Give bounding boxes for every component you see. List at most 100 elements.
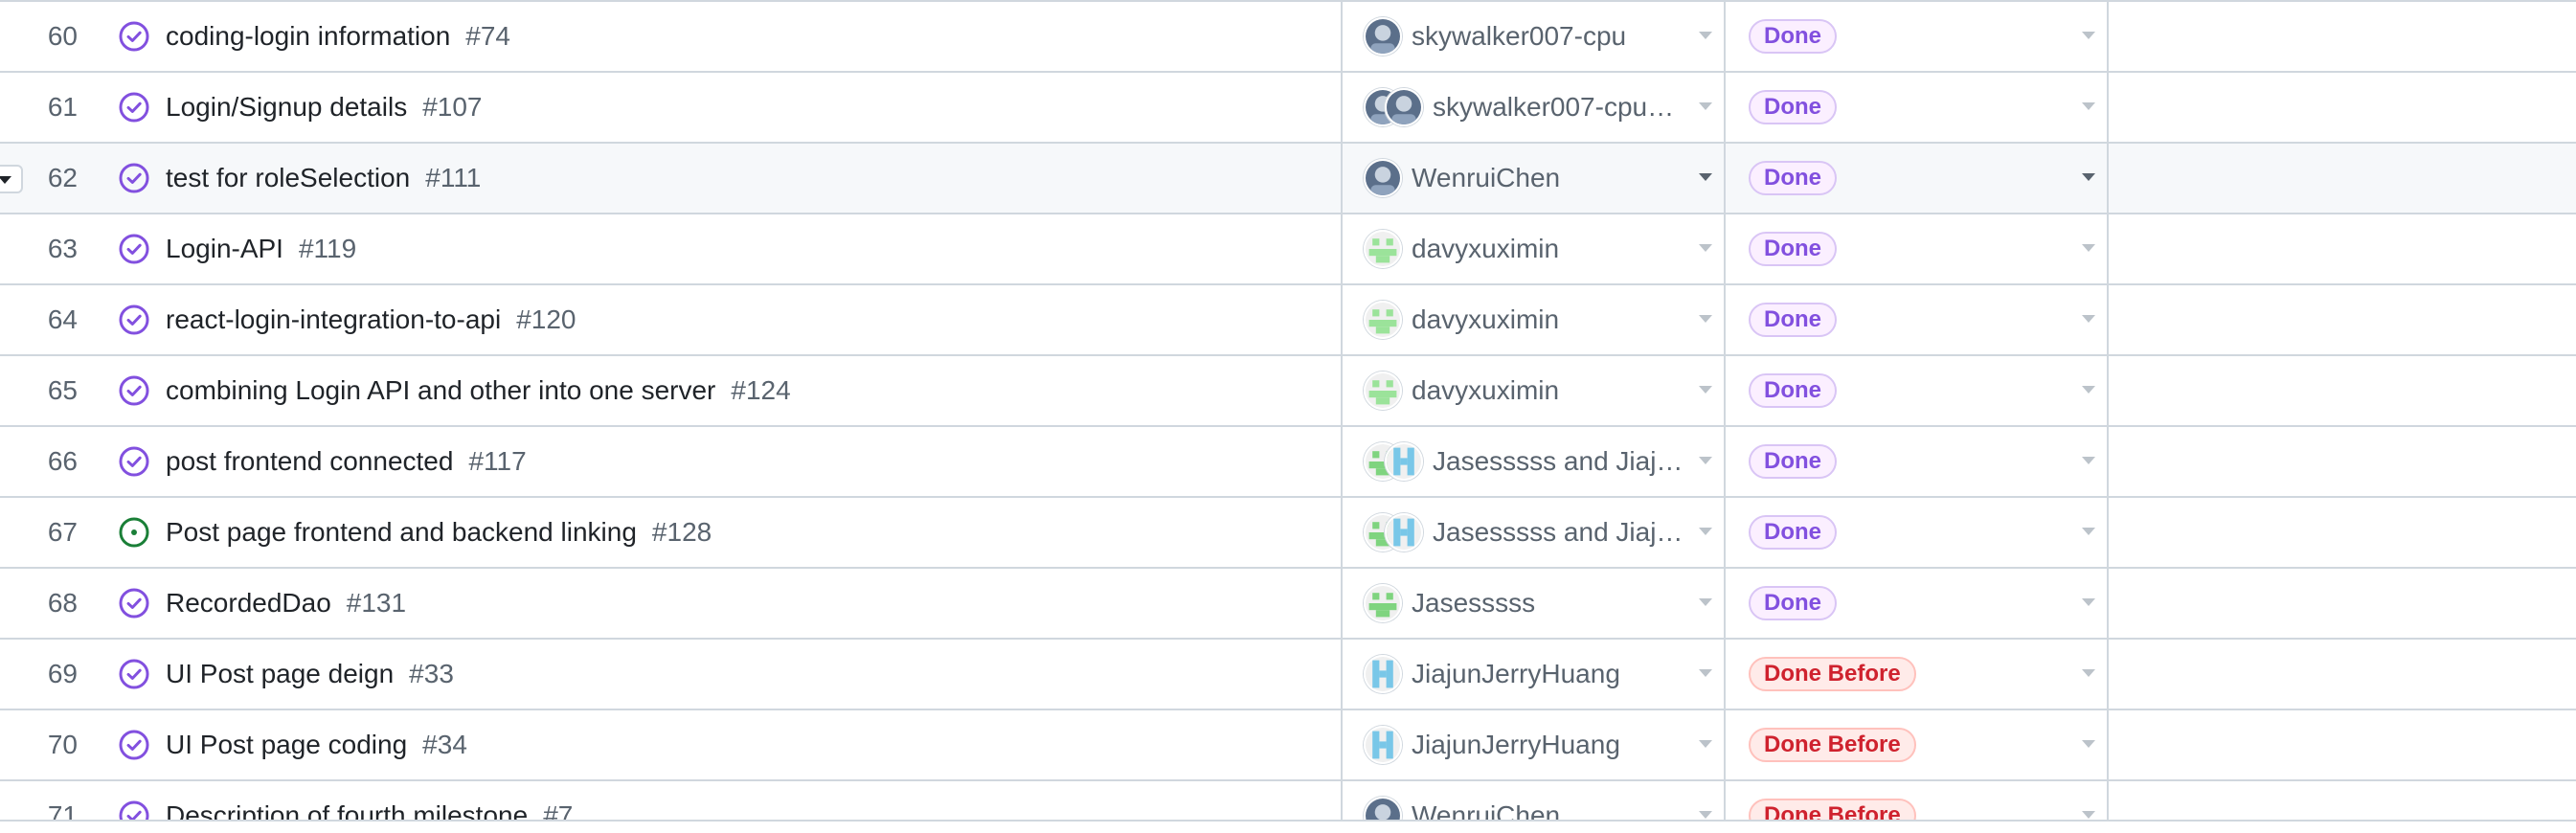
- title-cell[interactable]: Post page frontend and backend linking #…: [101, 498, 1343, 567]
- issue-title-link[interactable]: combining Login API and other into one s…: [166, 375, 715, 406]
- issue-title-link[interactable]: coding-login information: [166, 21, 450, 52]
- issue-title-link[interactable]: test for roleSelection: [166, 163, 410, 193]
- avatar-stack: [1364, 301, 1402, 339]
- status-cell[interactable]: Done: [1726, 2, 2109, 71]
- status-cell[interactable]: Done: [1726, 285, 2109, 354]
- title-cell[interactable]: coding-login information #74: [101, 2, 1343, 71]
- status-cell[interactable]: Done: [1726, 356, 2109, 425]
- table-row[interactable]: 67 Post page frontend and backend linkin…: [0, 498, 2576, 569]
- title-cell[interactable]: post frontend connected #117: [101, 427, 1343, 496]
- avatar: [1385, 513, 1423, 552]
- title-cell[interactable]: react-login-integration-to-api #120: [101, 285, 1343, 354]
- table-row[interactable]: 61 Login/Signup details #107 skywalker00…: [0, 73, 2576, 144]
- assignee-label: davyxuximin: [1412, 304, 1560, 334]
- assignees-cell[interactable]: JiajunJerryHuang: [1343, 640, 1726, 709]
- empty-field-cell[interactable]: [2109, 73, 2576, 142]
- assignees-cell[interactable]: skywalker007-cpu…: [1343, 73, 1726, 142]
- chevron-down-icon[interactable]: [2082, 528, 2095, 535]
- assignees-cell[interactable]: Jasesssss and Jiaj…: [1343, 427, 1726, 496]
- chevron-down-icon[interactable]: [2082, 598, 2095, 606]
- issue-number: #107: [422, 92, 483, 122]
- issue-title-link[interactable]: Post page frontend and backend linking: [166, 517, 637, 548]
- title-cell[interactable]: combining Login API and other into one s…: [101, 356, 1343, 425]
- assignees-cell[interactable]: Jasesssss: [1343, 569, 1726, 638]
- table-row[interactable]: 69 UI Post page deign #33 JiajunJerryHua…: [0, 640, 2576, 710]
- chevron-down-icon[interactable]: [1699, 669, 1712, 677]
- chevron-down-icon[interactable]: [1699, 315, 1712, 323]
- title-cell[interactable]: UI Post page coding #34: [101, 710, 1343, 779]
- status-cell[interactable]: Done: [1726, 427, 2109, 496]
- issue-title-link[interactable]: Login-API: [166, 234, 283, 264]
- table-row[interactable]: 70 UI Post page coding #34 JiajunJerryHu…: [0, 710, 2576, 781]
- avatar-stack: [1364, 726, 1402, 764]
- issue-title-link[interactable]: UI Post page deign: [166, 659, 394, 689]
- chevron-down-icon[interactable]: [1699, 102, 1712, 110]
- status-cell[interactable]: Done: [1726, 498, 2109, 567]
- issue-title-link[interactable]: UI Post page coding: [166, 730, 407, 760]
- status-cell[interactable]: Done Before: [1726, 710, 2109, 779]
- status-badge: Done: [1749, 232, 1837, 266]
- chevron-down-icon[interactable]: [2082, 315, 2095, 323]
- chevron-down-icon[interactable]: [1699, 457, 1712, 464]
- status-cell[interactable]: Done: [1726, 569, 2109, 638]
- assignees-cell[interactable]: Jasesssss and Jiaj…: [1343, 498, 1726, 567]
- empty-field-cell[interactable]: [2109, 710, 2576, 779]
- chevron-down-icon[interactable]: [2082, 740, 2095, 748]
- empty-field-cell[interactable]: [2109, 2, 2576, 71]
- chevron-down-icon[interactable]: [2082, 32, 2095, 39]
- chevron-down-icon[interactable]: [1699, 598, 1712, 606]
- assignees-cell[interactable]: JiajunJerryHuang: [1343, 710, 1726, 779]
- title-cell[interactable]: Login/Signup details #107: [101, 73, 1343, 142]
- assignees-cell[interactable]: davyxuximin: [1343, 356, 1726, 425]
- empty-field-cell[interactable]: [2109, 427, 2576, 496]
- empty-field-cell[interactable]: [2109, 214, 2576, 283]
- table-row[interactable]: 64 react-login-integration-to-api #120 d…: [0, 285, 2576, 356]
- chevron-down-icon[interactable]: [2082, 386, 2095, 394]
- chevron-down-icon[interactable]: [2082, 811, 2095, 819]
- status-cell[interactable]: Done: [1726, 73, 2109, 142]
- table-row[interactable]: 62 test for roleSelection #111 WenruiChe…: [0, 144, 2576, 214]
- empty-field-cell[interactable]: [2109, 640, 2576, 709]
- chevron-down-icon[interactable]: [2082, 102, 2095, 110]
- chevron-down-icon[interactable]: [2082, 669, 2095, 677]
- chevron-down-icon[interactable]: [1699, 811, 1712, 819]
- title-cell[interactable]: Login-API #119: [101, 214, 1343, 283]
- chevron-down-icon[interactable]: [2082, 173, 2095, 181]
- status-cell[interactable]: Done: [1726, 214, 2109, 283]
- empty-field-cell[interactable]: [2109, 356, 2576, 425]
- empty-field-cell[interactable]: [2109, 498, 2576, 567]
- chevron-down-icon[interactable]: [2082, 457, 2095, 464]
- title-cell[interactable]: test for roleSelection #111: [101, 144, 1343, 213]
- chevron-down-icon[interactable]: [1699, 528, 1712, 535]
- issue-closed-icon: [119, 446, 149, 477]
- title-cell[interactable]: RecordedDao #131: [101, 569, 1343, 638]
- status-cell[interactable]: Done: [1726, 144, 2109, 213]
- issue-title-link[interactable]: react-login-integration-to-api: [166, 304, 501, 335]
- table-row[interactable]: 63 Login-API #119 davyxuximin Done: [0, 214, 2576, 285]
- table-row[interactable]: 65 combining Login API and other into on…: [0, 356, 2576, 427]
- assignees-cell[interactable]: davyxuximin: [1343, 214, 1726, 283]
- assignee-label: Jasesssss and Jiaj…: [1433, 517, 1683, 547]
- assignees-cell[interactable]: davyxuximin: [1343, 285, 1726, 354]
- chevron-down-icon[interactable]: [1699, 32, 1712, 39]
- status-cell[interactable]: Done Before: [1726, 640, 2109, 709]
- title-cell[interactable]: UI Post page deign #33: [101, 640, 1343, 709]
- chevron-down-icon[interactable]: [2082, 244, 2095, 252]
- chevron-down-icon[interactable]: [1699, 244, 1712, 252]
- issue-title-link[interactable]: RecordedDao: [166, 588, 331, 619]
- avatar: [1364, 584, 1402, 622]
- open-issue-icon: [119, 517, 149, 548]
- table-row[interactable]: 68 RecordedDao #131 Jasesssss Done: [0, 569, 2576, 640]
- table-row[interactable]: 66 post frontend connected #117 Jasessss…: [0, 427, 2576, 498]
- assignees-cell[interactable]: skywalker007-cpu: [1343, 2, 1726, 71]
- issue-title-link[interactable]: post frontend connected: [166, 446, 453, 477]
- table-row[interactable]: 60 coding-login information #74 skywalke…: [0, 2, 2576, 73]
- assignees-cell[interactable]: WenruiChen: [1343, 144, 1726, 213]
- empty-field-cell[interactable]: [2109, 285, 2576, 354]
- empty-field-cell[interactable]: [2109, 569, 2576, 638]
- chevron-down-icon[interactable]: [1699, 740, 1712, 748]
- chevron-down-icon[interactable]: [1699, 386, 1712, 394]
- issue-title-link[interactable]: Login/Signup details: [166, 92, 407, 123]
- chevron-down-icon[interactable]: [1699, 173, 1712, 181]
- empty-field-cell[interactable]: [2109, 144, 2576, 213]
